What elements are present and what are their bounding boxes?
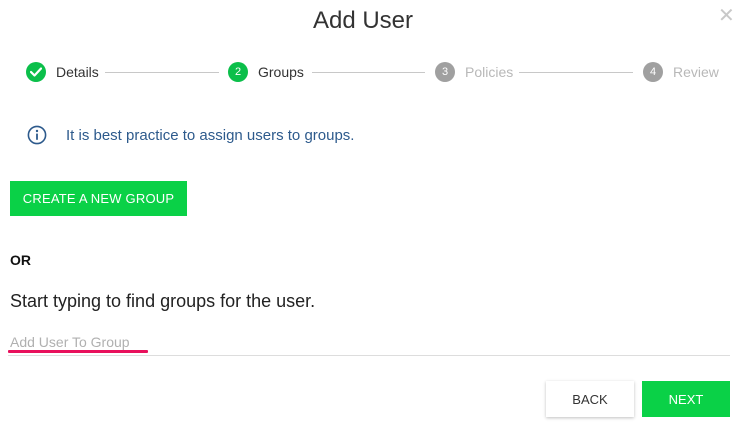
step-label: Details <box>56 64 99 80</box>
back-button[interactable]: BACK <box>546 381 634 417</box>
step-policies[interactable]: 3 Policies <box>435 62 513 82</box>
info-icon <box>27 125 47 145</box>
next-button[interactable]: NEXT <box>642 381 730 417</box>
step-number: 4 <box>643 62 663 82</box>
step-label: Groups <box>258 64 304 80</box>
search-hint: Start typing to find groups for the user… <box>10 291 316 311</box>
input-focus-underline <box>8 350 148 353</box>
input-underline <box>8 355 730 356</box>
check-icon <box>26 62 46 82</box>
step-groups[interactable]: 2 Groups <box>228 62 304 82</box>
or-separator: OR <box>10 252 31 268</box>
close-icon[interactable]: ✕ <box>718 6 735 26</box>
info-banner: It is best practice to assign users to g… <box>27 125 354 145</box>
step-review[interactable]: 4 Review <box>643 62 719 82</box>
dialog-title: Add User <box>312 7 414 34</box>
create-new-group-button[interactable]: CREATE A NEW GROUP <box>10 181 187 216</box>
step-connector <box>312 72 425 73</box>
info-text: It is best practice to assign users to g… <box>66 126 355 144</box>
step-connector <box>519 72 633 73</box>
step-connector <box>105 72 219 73</box>
stepper: Details 2 Groups 3 Policies 4 Review <box>26 62 719 84</box>
step-label: Policies <box>465 64 514 80</box>
step-details[interactable]: Details <box>26 62 99 82</box>
step-label: Review <box>673 64 719 80</box>
step-number: 3 <box>435 62 455 82</box>
step-number: 2 <box>228 62 248 82</box>
